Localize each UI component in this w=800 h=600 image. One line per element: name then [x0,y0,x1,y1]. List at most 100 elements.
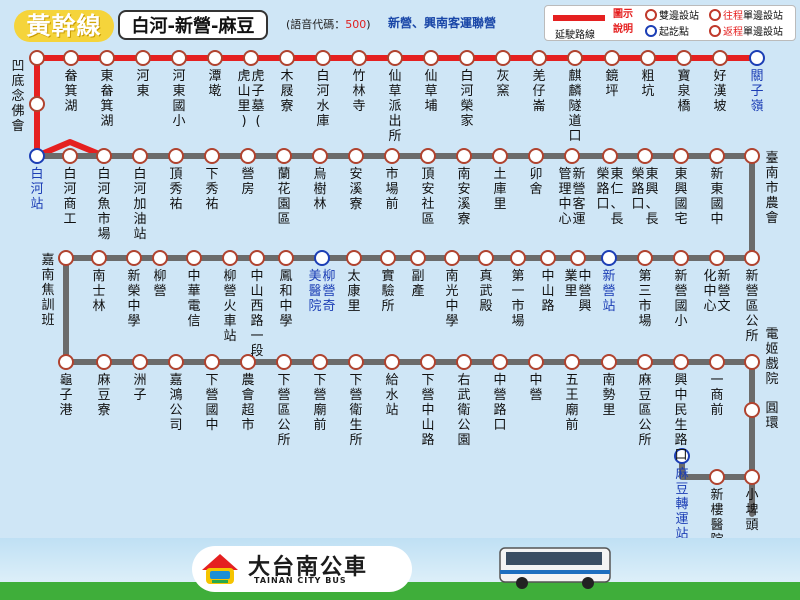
stop-label-char: 區 [421,212,434,227]
stop-label-char: 仙 [388,69,401,84]
stop-label-char: 下 [313,373,326,388]
stop-label-char: 山 [250,284,263,299]
stop-label-char: 市 [385,166,398,182]
stop-label-char: 東 [136,83,149,99]
stop-label-char: 柳 [223,269,236,284]
stop-marker-r2-19 [709,148,725,164]
stop-label-char: 林 [92,299,105,314]
stop-label-char: 祐 [205,197,218,212]
stop-label-char: 底 [11,73,24,89]
stop-label: 竹林寺 [352,69,365,114]
stop-marker-r2-5 [204,148,220,164]
stop-label: 嘉鴻公司 [169,373,182,433]
stop-label-char: 廟 [565,402,578,418]
stop-label-char: 會 [241,388,254,403]
stop-label-char: 給 [385,373,398,388]
stop-label-char: 坡 [713,99,726,114]
stop-label-char: 路 [541,298,554,314]
stop-label-char: 王 [565,388,578,403]
stop-label-char: 中 [127,299,140,314]
stop-label-char: 虎 [237,69,250,84]
stop-marker-r2-16 [602,148,618,164]
stop-label-char: 中 [445,299,458,314]
stop-label-char: 庫 [493,182,506,197]
stop-label-char: 豆 [675,482,688,497]
stop-label-char: 華 [187,284,200,299]
stop-label-char: 所 [638,433,651,448]
stop-label-char: 一 [511,284,524,299]
stop-label-char: 念 [11,88,24,104]
stop-label-char: 光 [445,284,458,299]
stop-label-char: 墘 [208,84,221,99]
stop-label: 麻豆區公所 [638,373,651,448]
stop-label-char: 白 [63,166,76,182]
stop-label-char: 新 [710,166,723,182]
stop-label-char: 電 [187,299,200,314]
stop-label: 新營文化中心 [703,268,730,314]
stop-label-char: 豆 [638,388,651,403]
stop-label: 粗坑 [641,69,654,99]
stop-label-char: 區 [277,212,290,227]
stop-label-char: 埔 [424,99,437,114]
stop-label-char: 會 [765,211,778,226]
stop-label-char: 南 [602,372,615,388]
stop-label-char: 房 [241,181,254,197]
stop-label-char: 里 [237,99,250,114]
stop-label-char: 化 [703,269,716,284]
stop-label-char: 學 [127,314,140,329]
stop-label-char: 路 [631,181,644,197]
stop-label-char: 中 [703,284,716,299]
stop-label-char: 營 [277,388,290,403]
stop-label-char: 麻 [638,373,651,388]
stop-label-char: 鏡 [605,69,618,84]
stop-marker-r3-9 [346,250,362,266]
stop-marker-r1-14 [495,50,511,66]
stop-label-char: 中 [674,388,687,403]
stop-marker-r3-15 [540,250,556,266]
stop-label: 畚箕湖 [64,69,77,114]
stop-label: 中山西路一段 [250,269,263,359]
stop-label-char: 溪 [349,182,362,197]
stop-label-char: 會 [11,119,24,134]
stop-label: 烏樹林 [313,166,326,212]
stop-label: 五王廟前 [565,373,578,433]
stop-marker-r3-3 [152,250,168,266]
stop-label-char: 長 [645,212,658,227]
stop-marker-r1-19 [676,50,692,66]
stop-marker-r3-1 [91,250,107,266]
stop-label-char: 區 [745,299,758,314]
stop-label-char: 港 [59,403,72,418]
stop-label-char: 東 [710,181,723,197]
stop-label: 右武衛公園 [457,373,470,448]
stop-label-char: 里 [602,403,615,418]
stop-label: 仙草埔 [424,69,437,114]
stop-marker-r2-13 [492,148,508,164]
stop-marker-r1-2 [63,50,79,66]
stop-label-char: 區 [638,403,651,418]
stop-label-char: 坑 [641,84,654,99]
stop-label-char: 營 [674,284,687,299]
stop-marker-r3-0 [58,250,74,266]
stop-label-char: 戲 [765,357,778,372]
stop-label-char: 下 [277,373,290,388]
stop-label-char: 家 [460,113,473,129]
stop-label-char: 下 [205,167,218,182]
stop-label-char: 里 [493,197,506,212]
stop-label: 太康里 [347,269,360,314]
tainan-bus-logo: 大台南公車 TAINAN CITY BUS [192,546,412,592]
stop-label-char: 園 [277,197,290,212]
both-ways-label: 雙邊設站 [659,11,699,22]
stop-label-char: 場 [638,314,651,329]
stop-label-char: 醫 [308,284,321,299]
stop-label: 第一市場 [511,269,524,329]
stop-label-char: 安 [421,182,434,197]
stop-label-char: 國 [172,99,185,114]
stop-label: 柳營奇美醫院 [308,269,335,314]
stop-marker-r2-1 [62,148,78,164]
stop-label: 龜子港 [59,373,72,418]
stop-label-char: 河 [316,84,329,99]
stop-label-char: 林 [313,197,326,212]
stop-label-char: 隧 [568,98,581,114]
stop-label-char: 站 [223,329,236,344]
stop-label-char: 新 [674,268,687,284]
